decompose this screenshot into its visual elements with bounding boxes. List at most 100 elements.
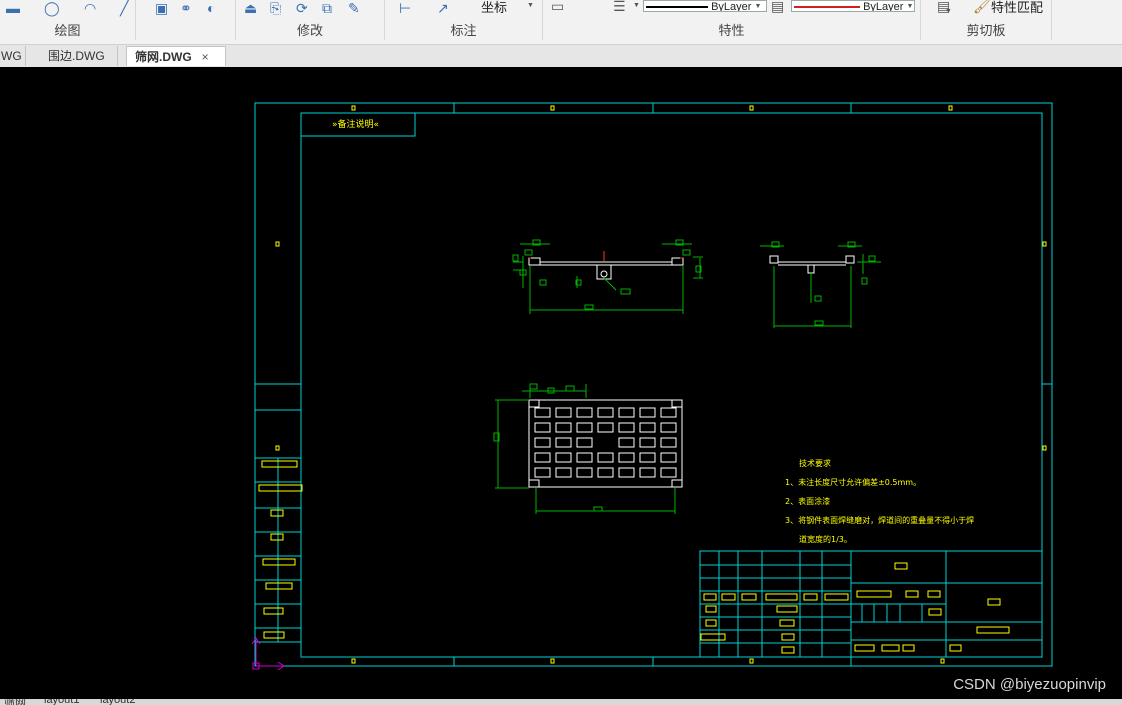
- tech-line-2: 2、表面涂漆: [785, 496, 830, 506]
- region-tool-icon[interactable]: ◐: [207, 0, 215, 16]
- tab-shaiwang[interactable]: 筛网.DWG ×: [126, 46, 226, 66]
- copy-tool-icon[interactable]: ⎘: [270, 0, 281, 17]
- front-view: [512, 239, 703, 314]
- screen-slot: [534, 407, 551, 418]
- front-view-centerline: [528, 251, 683, 261]
- chevron-down-icon[interactable]: ▼: [527, 2, 534, 9]
- tech-line-4: 道宽度的1/3。: [799, 534, 852, 544]
- drawing-canvas[interactable]: »备注说明« 技术要求 1、未注长度尺寸允许偏差±0.5mm。 2、表面涂漆 3…: [0, 67, 1122, 699]
- screen-slot: [597, 422, 614, 433]
- screen-slot: [576, 422, 593, 433]
- lineweight-icon[interactable]: ☰: [613, 0, 626, 15]
- ribbon-group-edit-tools: ▣ ⚭ ◐: [135, 0, 235, 44]
- screen-slot: [660, 437, 677, 448]
- screen-slot: [576, 437, 593, 448]
- linetype-swatch: [646, 6, 708, 9]
- screen-slot: [597, 467, 614, 478]
- screen-slot: [576, 407, 593, 418]
- layout-tab-model[interactable]: 筛网: [4, 699, 26, 705]
- color-value: ByLayer: [863, 1, 904, 12]
- group-label-annotation: 标注: [450, 23, 477, 38]
- tab-label: 筛网.DWG: [135, 50, 192, 64]
- lineweight-list-icon[interactable]: ▤: [771, 0, 784, 15]
- screen-plan-frame: [528, 399, 683, 488]
- close-icon[interactable]: ×: [202, 50, 209, 64]
- ribbon-group-annotation: ⊢ ↗ 坐标 ▼ 标注: [385, 0, 542, 44]
- side-view-dimensions: [760, 241, 881, 328]
- screen-slot: [639, 452, 656, 463]
- screen-slot: [597, 452, 614, 463]
- group-label-modify: 修改: [296, 23, 323, 38]
- rotate-tool-icon[interactable]: ⟳: [296, 0, 308, 17]
- screen-slot: [618, 407, 635, 418]
- chevron-down-icon: ▼: [906, 3, 914, 10]
- drawing-svg: »备注说明« 技术要求 1、未注长度尺寸允许偏差±0.5mm。 2、表面涂漆 3…: [251, 102, 1053, 671]
- front-view-hole: [600, 270, 608, 278]
- screen-slot: [660, 467, 677, 478]
- tab-dwg-truncated[interactable]: WG: [0, 46, 26, 66]
- rectangle-tool-icon[interactable]: ▣: [155, 0, 168, 17]
- drawing-label: »备注说明«: [332, 118, 379, 130]
- ribbon: ▬ ◯ ◠ ╱ 绘图 ▣ ⚭ ◐ ⏏ ⎘ ⟳ ⧉ ✎ 修改 ⊢ ↗ 坐标 ▼ 标…: [0, 0, 1122, 45]
- side-view-part: [769, 255, 855, 274]
- group-label-draw: 绘图: [54, 23, 81, 38]
- edit-tool-icon[interactable]: ✎: [348, 0, 360, 17]
- chevron-down-icon[interactable]: ▼: [633, 2, 640, 9]
- screen-slot: [534, 467, 551, 478]
- screen-slot: [576, 467, 593, 478]
- technical-requirements: 技术要求 1、未注长度尺寸允许偏差±0.5mm。 2、表面涂漆 3、将钢件表面焊…: [785, 458, 974, 544]
- tab-weibian[interactable]: 围边.DWG: [40, 46, 118, 66]
- group-label-clipboard: 剪切板: [966, 23, 1006, 38]
- outer-border: [254, 102, 1053, 667]
- document-tab-bar: WG 围边.DWG 筛网.DWG ×: [0, 45, 1122, 68]
- screen-slot: [534, 452, 551, 463]
- screen-slot: [639, 422, 656, 433]
- linetype-value: ByLayer: [711, 1, 752, 12]
- color-swatch: [794, 6, 860, 9]
- left-strip: [255, 409, 301, 642]
- match-properties-icon[interactable]: 🖌: [973, 0, 991, 15]
- color-select[interactable]: ByLayer ▼: [791, 0, 915, 12]
- mirror-tool-icon[interactable]: ⏏: [244, 0, 257, 17]
- chevron-down-icon: ▼: [754, 3, 762, 10]
- layer-properties-icon[interactable]: ▭: [551, 0, 564, 15]
- screen-grid-slots: [534, 407, 677, 478]
- chevron-down-icon[interactable]: ▼: [945, 8, 952, 15]
- title-block-grid: [700, 551, 1042, 657]
- hatch-tool-icon[interactable]: ⚭: [180, 0, 192, 17]
- layout-tab-bar: 筛网 layout1 layout2: [0, 699, 1122, 705]
- tech-heading: 技术要求: [799, 458, 831, 468]
- leader-tool-icon[interactable]: ↗: [437, 0, 449, 17]
- circle-tool-icon[interactable]: ◯: [44, 0, 60, 17]
- screen-slot: [618, 467, 635, 478]
- array-tool-icon[interactable]: ⧉: [322, 0, 332, 17]
- front-view-dimensions: [512, 239, 703, 314]
- match-properties-button[interactable]: 特性匹配: [991, 0, 1043, 16]
- screen-slot: [555, 467, 572, 478]
- screen-slot: [597, 407, 614, 418]
- line-tool-icon[interactable]: ▬: [6, 0, 20, 16]
- screen-slot: [660, 407, 677, 418]
- dimension-tool-icon[interactable]: ⊢: [399, 0, 411, 17]
- arc-tool-icon[interactable]: ◠: [84, 0, 96, 17]
- tech-line-3: 3、将钢件表面焊缝磨对，焊道间的重叠量不得小于焊: [785, 515, 974, 525]
- ribbon-group-modify: ⏏ ⎘ ⟳ ⧉ ✎ 修改: [236, 0, 384, 44]
- screen-plan-view: [493, 383, 683, 514]
- screen-slot: [555, 407, 572, 418]
- group-label-properties: 特性: [718, 23, 745, 38]
- screen-slot: [534, 437, 551, 448]
- tab-label: WG: [1, 49, 22, 63]
- layout-tab-1[interactable]: layout1: [44, 699, 79, 705]
- ribbon-group-clipboard: ▤ ▼ 🖌 特性匹配 剪切板: [921, 0, 1051, 44]
- ribbon-group-draw: ▬ ◯ ◠ ╱ 绘图: [0, 0, 135, 44]
- ribbon-group-properties: ▭ ☰ ▼ ByLayer ▼ ▤ ByLayer ▼ 特性: [543, 0, 920, 44]
- coordinate-tool[interactable]: 坐标: [481, 0, 507, 16]
- layout-tab-2[interactable]: layout2: [100, 699, 135, 705]
- inner-border: [300, 112, 1043, 658]
- ucs-icon: [251, 637, 285, 671]
- tech-line-1: 1、未注长度尺寸允许偏差±0.5mm。: [785, 477, 921, 487]
- polyline-tool-icon[interactable]: ╱: [120, 0, 128, 17]
- screen-slot: [639, 467, 656, 478]
- screen-plan-dimensions: [493, 383, 676, 514]
- linetype-select[interactable]: ByLayer ▼: [643, 0, 767, 12]
